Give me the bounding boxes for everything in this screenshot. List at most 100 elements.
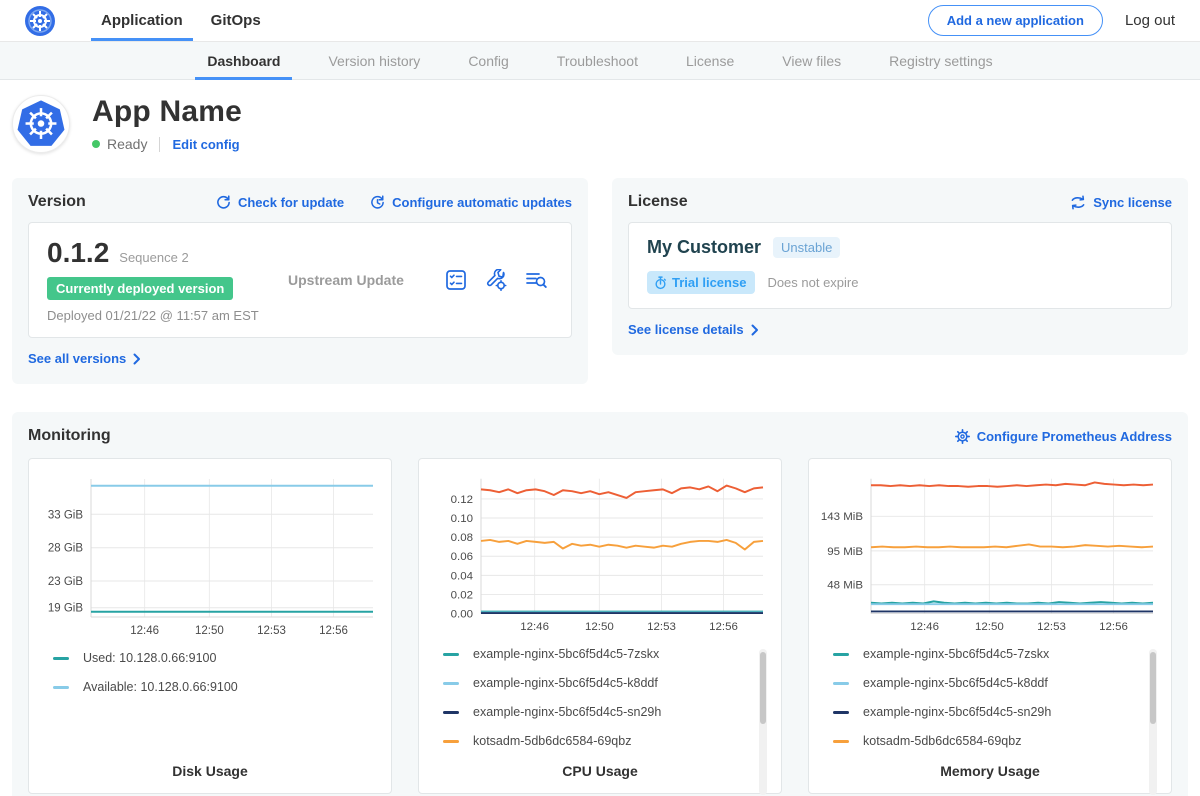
chart-title: CPU Usage: [431, 763, 769, 779]
status-text: Ready: [107, 136, 147, 152]
see-all-versions-link[interactable]: See all versions: [28, 351, 141, 366]
svg-text:0.06: 0.06: [451, 551, 473, 563]
kubernetes-heptagon-icon: [13, 95, 69, 153]
legend-dash-icon: [443, 682, 459, 685]
sync-license-link[interactable]: Sync license: [1070, 195, 1172, 210]
add-new-application-button[interactable]: Add a new application: [928, 5, 1103, 36]
legend-item: example-nginx-5bc6f5d4c5-7zskx: [443, 647, 769, 661]
legend-item: Available: 10.128.0.66:9100: [53, 680, 379, 694]
legend-dash-icon: [443, 653, 459, 656]
version-sequence: Sequence 2: [119, 250, 188, 265]
logout-link[interactable]: Log out: [1125, 12, 1175, 29]
topnav-tab-gitops[interactable]: GitOps: [197, 0, 275, 41]
configure-automatic-updates-link[interactable]: Configure automatic updates: [370, 195, 572, 210]
legend-item: kotsadm-5db6dc6584-69qbz: [443, 734, 769, 748]
customer-name: My Customer: [647, 237, 761, 258]
svg-text:143 MiB: 143 MiB: [821, 511, 863, 523]
preflight-checks-icon[interactable]: [445, 269, 467, 291]
svg-text:33 GiB: 33 GiB: [48, 509, 83, 521]
legend-dash-icon: [833, 740, 849, 743]
svg-text:0.00: 0.00: [451, 609, 473, 621]
svg-text:0.02: 0.02: [451, 589, 473, 601]
topnav-tab-application[interactable]: Application: [87, 0, 197, 41]
legend-scrollbar-track: [1149, 649, 1157, 795]
disk-usage-chart: 12:4612:5012:5312:5619 GiB23 GiB28 GiB33…: [41, 471, 379, 641]
channel-badge: Unstable: [773, 237, 840, 258]
legend-label: example-nginx-5bc6f5d4c5-k8ddf: [473, 676, 658, 690]
tab-config[interactable]: Config: [444, 42, 532, 79]
license-expiry: Does not expire: [767, 275, 858, 290]
chart-title: Memory Usage: [821, 763, 1159, 779]
current-version-card: 0.1.2 Sequence 2 Currently deployed vers…: [28, 222, 572, 338]
tab-view-files[interactable]: View files: [758, 42, 865, 79]
monitoring-panel: Monitoring Configure Prometheus Address: [12, 412, 1188, 796]
svg-text:0.04: 0.04: [451, 570, 473, 582]
tab-version-history[interactable]: Version history: [304, 42, 444, 79]
configure-prometheus-label: Configure Prometheus Address: [977, 429, 1172, 444]
legend-label: Used: 10.128.0.66:9100: [83, 651, 216, 665]
legend-item: kotsadm-5db6dc6584-69qbz: [833, 734, 1159, 748]
tab-troubleshoot[interactable]: Troubleshoot: [533, 42, 662, 79]
license-details-card: My Customer Unstable Trial license: [628, 222, 1172, 309]
legend-label: example-nginx-5bc6f5d4c5-7zskx: [473, 647, 659, 661]
cpu-usage-chart-card: 12:4612:5012:5312:560.000.020.040.060.08…: [418, 458, 782, 794]
legend-scrollbar-track: [759, 649, 767, 795]
legend-label: example-nginx-5bc6f5d4c5-sn29h: [863, 705, 1051, 719]
configure-automatic-updates-label: Configure automatic updates: [392, 195, 572, 210]
deploy-logs-icon[interactable]: [525, 269, 547, 291]
svg-text:12:53: 12:53: [257, 625, 286, 637]
cpu-usage-legend: example-nginx-5bc6f5d4c5-7zskx example-ng…: [431, 647, 769, 763]
legend-item: example-nginx-5bc6f5d4c5-7zskx: [833, 647, 1159, 661]
svg-text:23 GiB: 23 GiB: [48, 576, 83, 588]
svg-text:28 GiB: 28 GiB: [48, 543, 83, 555]
kubernetes-logo-icon[interactable]: [25, 6, 55, 36]
legend-label: example-nginx-5bc6f5d4c5-k8ddf: [863, 676, 1048, 690]
legend-dash-icon: [443, 711, 459, 714]
config-wrench-gear-icon[interactable]: [485, 269, 507, 291]
tab-registry-settings[interactable]: Registry settings: [865, 42, 1016, 79]
svg-text:95 MiB: 95 MiB: [827, 546, 863, 558]
clock-refresh-icon: [370, 195, 385, 210]
trial-license-badge: Trial license: [647, 271, 755, 294]
chevron-right-icon: [133, 353, 141, 365]
see-license-details-link[interactable]: See license details: [628, 322, 759, 337]
app-subnav: Dashboard Version history Config Trouble…: [0, 42, 1200, 80]
top-nav: Application GitOps Add a new application…: [0, 0, 1200, 42]
legend-item: Used: 10.128.0.66:9100: [53, 651, 379, 665]
trial-license-label: Trial license: [672, 275, 746, 290]
version-source-label: Upstream Update: [282, 272, 445, 288]
memory-usage-chart: 12:4612:5012:5312:5648 MiB95 MiB143 MiB: [821, 471, 1159, 637]
topnav-tabs: Application GitOps: [87, 0, 275, 41]
disk-usage-legend: Used: 10.128.0.66:9100 Available: 10.128.…: [41, 651, 379, 763]
svg-text:0.10: 0.10: [451, 513, 473, 525]
monitoring-title: Monitoring: [28, 427, 111, 445]
chevron-right-icon: [751, 324, 759, 336]
app-header: App Name Ready Edit config: [0, 80, 1200, 170]
svg-text:12:53: 12:53: [647, 621, 676, 633]
legend-scrollbar-thumb[interactable]: [760, 652, 766, 724]
svg-text:12:46: 12:46: [910, 621, 939, 633]
svg-text:12:50: 12:50: [195, 625, 224, 637]
svg-text:12:56: 12:56: [1099, 621, 1128, 633]
page-title: App Name: [92, 95, 242, 129]
sync-license-label: Sync license: [1093, 195, 1172, 210]
legend-label: example-nginx-5bc6f5d4c5-7zskx: [863, 647, 1049, 661]
memory-usage-legend: example-nginx-5bc6f5d4c5-7zskx example-ng…: [821, 647, 1159, 763]
svg-text:48 MiB: 48 MiB: [827, 580, 863, 592]
tab-license[interactable]: License: [662, 42, 758, 79]
refresh-icon: [216, 195, 231, 210]
legend-item: example-nginx-5bc6f5d4c5-k8ddf: [443, 676, 769, 690]
chart-title: Disk Usage: [41, 763, 379, 779]
memory-usage-chart-card: 12:4612:5012:5312:5648 MiB95 MiB143 MiB …: [808, 458, 1172, 794]
configure-prometheus-link[interactable]: Configure Prometheus Address: [955, 429, 1172, 444]
svg-text:12:46: 12:46: [130, 625, 159, 637]
legend-item: example-nginx-5bc6f5d4c5-k8ddf: [833, 676, 1159, 690]
svg-text:12:53: 12:53: [1037, 621, 1066, 633]
version-number: 0.1.2: [47, 237, 109, 269]
legend-dash-icon: [53, 686, 69, 689]
legend-scrollbar-thumb[interactable]: [1150, 652, 1156, 724]
edit-config-link[interactable]: Edit config: [172, 137, 239, 152]
tab-dashboard[interactable]: Dashboard: [183, 42, 304, 79]
legend-item: example-nginx-5bc6f5d4c5-sn29h: [443, 705, 769, 719]
check-for-update-link[interactable]: Check for update: [216, 195, 344, 210]
